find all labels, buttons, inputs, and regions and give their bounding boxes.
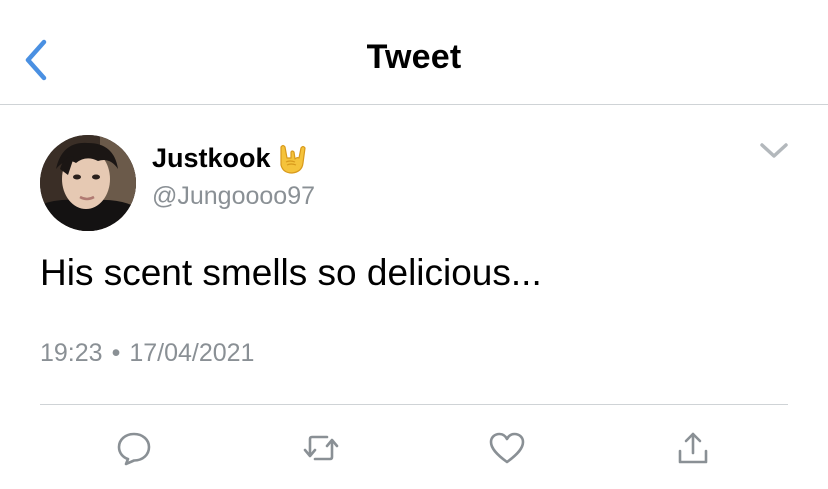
divider: [40, 404, 788, 405]
page-title: Tweet: [366, 38, 462, 76]
profile-photo: [40, 135, 136, 231]
tweet-date: 17/04/2021: [129, 339, 255, 367]
tweet-text: His scent smells so delicious...: [40, 252, 542, 293]
tweet-time: 19:23: [40, 339, 103, 367]
reply-button[interactable]: [110, 424, 158, 472]
display-name: Justkook: [152, 142, 271, 173]
more-options-button[interactable]: [752, 132, 796, 170]
avatar[interactable]: [40, 135, 136, 231]
comment-icon: [117, 432, 151, 466]
top-bar: Tweet: [0, 0, 828, 105]
heart-icon: [489, 432, 525, 464]
retweet-button[interactable]: [297, 424, 345, 472]
sign-of-the-horns-emoji-icon: [279, 144, 306, 174]
share-button[interactable]: [669, 424, 717, 472]
like-button[interactable]: [483, 424, 531, 472]
username-handle[interactable]: @Jungoooo97: [152, 182, 315, 211]
retweet-icon: [303, 435, 339, 461]
share-icon: [678, 432, 708, 464]
separator-dot: •: [111, 339, 121, 367]
tweet-timestamp: 19:23 • 17/04/2021: [40, 339, 254, 368]
chevron-down-icon: [760, 143, 788, 158]
author-name-row[interactable]: Justkook: [152, 140, 308, 176]
